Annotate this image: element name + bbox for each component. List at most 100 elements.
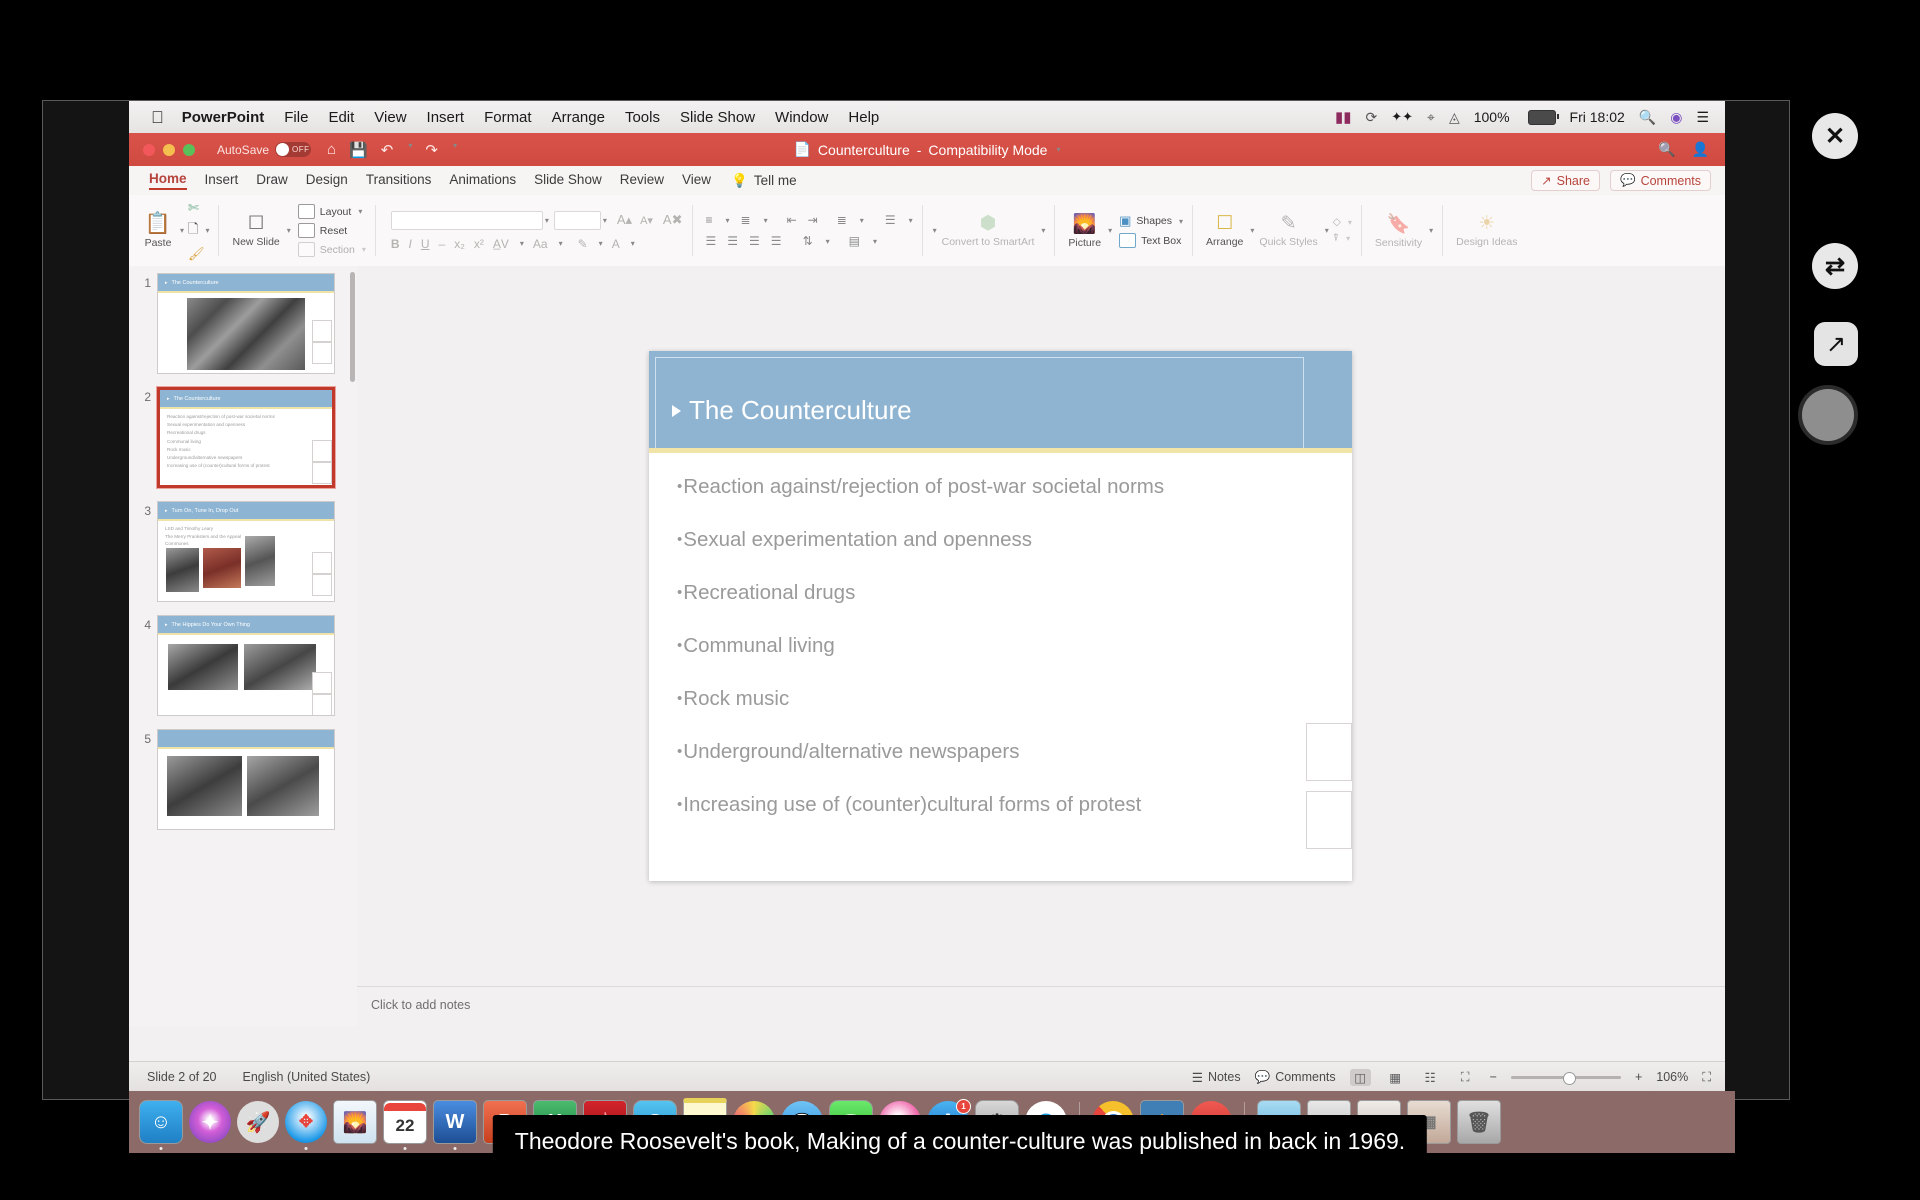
- new-slide-button[interactable]: 🞏 New Slide: [227, 213, 284, 249]
- autosave-toggle[interactable]: OFF: [275, 142, 312, 157]
- customize-chevron-down-icon[interactable]: ▾: [453, 141, 457, 159]
- layout-button[interactable]: Layout ▾: [297, 204, 366, 219]
- arrange-button[interactable]: ☐ Arrange: [1201, 212, 1248, 249]
- thumbnail-card-selected[interactable]: ▸ The Counterculture Reaction against/re…: [157, 387, 335, 488]
- bullets-button[interactable]: ≡: [706, 213, 713, 227]
- line-spacing-button[interactable]: ≣: [837, 213, 847, 227]
- tab-transitions[interactable]: Transitions: [366, 172, 432, 189]
- justify-button[interactable]: ☰: [771, 234, 782, 248]
- thumbnail-item-3[interactable]: 3 ▸ Turn On, Tune In, Drop Out LSD and T…: [129, 488, 357, 602]
- increase-font-size-button[interactable]: A▴: [617, 212, 632, 228]
- cut-button[interactable]: ✄: [188, 200, 209, 216]
- wifi-icon[interactable]: ◬: [1449, 109, 1460, 126]
- text-highlight-button[interactable]: ✎: [578, 237, 588, 251]
- menu-bar-clock[interactable]: Fri 18:02: [1570, 109, 1625, 125]
- shape-effects-chevron-down-icon[interactable]: ▾: [1346, 234, 1350, 243]
- dock-item-siri[interactable]: ✦: [189, 1101, 231, 1143]
- menu-format[interactable]: Format: [484, 109, 532, 126]
- notes-toggle-button[interactable]: ☰ Notes: [1192, 1070, 1241, 1085]
- subscript-button[interactable]: x₂: [454, 237, 465, 251]
- section-chevron-down-icon[interactable]: ▾: [362, 245, 366, 254]
- columns-chevron-down-icon[interactable]: ▾: [909, 216, 913, 225]
- account-avatar-icon[interactable]: 👤: [1692, 141, 1709, 158]
- picture-chevron-down-icon[interactable]: ▾: [1108, 226, 1112, 235]
- slide-empty-placeholder[interactable]: [1306, 723, 1352, 781]
- dock-item-preview[interactable]: 🌄: [333, 1100, 377, 1144]
- text-direction-button[interactable]: ⇅: [803, 234, 813, 248]
- record-button[interactable]: [1798, 385, 1858, 445]
- tab-design[interactable]: Design: [306, 172, 348, 189]
- italic-button[interactable]: I: [409, 237, 412, 251]
- underline-button[interactable]: U: [421, 237, 430, 251]
- superscript-button[interactable]: x²: [474, 237, 484, 251]
- undo-icon[interactable]: ↶: [381, 141, 394, 159]
- menu-insert[interactable]: Insert: [427, 109, 465, 126]
- clear-formatting-button[interactable]: A✖: [663, 212, 683, 228]
- columns-button[interactable]: ☰: [885, 213, 896, 227]
- align-left-button[interactable]: ☰: [706, 234, 717, 248]
- tab-slide-show[interactable]: Slide Show: [534, 172, 602, 189]
- save-icon[interactable]: 💾: [349, 141, 368, 159]
- notes-pane[interactable]: Click to add notes: [357, 986, 1725, 1027]
- dock-item-finder[interactable]: ☺: [139, 1100, 183, 1150]
- tell-me-button[interactable]: 💡 Tell me: [731, 173, 797, 189]
- bitwarden-icon[interactable]: ▮▮: [1335, 108, 1352, 126]
- tab-view[interactable]: View: [682, 172, 711, 189]
- smartart-chevron-down-icon[interactable]: ▾: [1041, 226, 1045, 235]
- menu-help[interactable]: Help: [848, 109, 879, 126]
- font-name-input[interactable]: [390, 210, 543, 230]
- minimize-window-button[interactable]: [163, 143, 175, 156]
- title-chevron-down-icon[interactable]: ▾: [1056, 145, 1060, 154]
- copy-button[interactable]: 🗋 ▾: [188, 220, 209, 242]
- search-icon[interactable]: 🔍: [1639, 109, 1656, 126]
- numbering-chevron-down-icon[interactable]: ▾: [764, 216, 768, 225]
- menu-slide-show[interactable]: Slide Show: [680, 109, 755, 126]
- bullets-chevron-down-icon[interactable]: ▾: [726, 216, 730, 225]
- design-ideas-button[interactable]: ☀ Design Ideas: [1451, 212, 1522, 249]
- zoom-slider-knob[interactable]: [1562, 1071, 1576, 1085]
- home-icon[interactable]: ⌂: [327, 141, 336, 159]
- picture-button[interactable]: 🌄 Picture: [1063, 212, 1106, 250]
- sensitivity-chevron-down-icon[interactable]: ▾: [1429, 226, 1433, 235]
- siri-icon[interactable]: ◉: [1670, 109, 1682, 126]
- shapes-button[interactable]: ▣ Shapes ▾: [1119, 213, 1183, 229]
- tab-draw[interactable]: Draw: [256, 172, 288, 189]
- close-window-button[interactable]: [143, 143, 155, 156]
- text-direction-chevron-down-icon[interactable]: ▾: [826, 237, 830, 246]
- redo-icon[interactable]: ↷: [425, 141, 438, 159]
- dock-item-launchpad[interactable]: 🚀: [237, 1101, 279, 1143]
- shapes-chevron-down-icon[interactable]: ▾: [1179, 217, 1183, 226]
- quick-styles-button[interactable]: ✎ Quick Styles: [1254, 212, 1322, 249]
- comments-toggle-button[interactable]: 💬 Comments: [1255, 1070, 1336, 1085]
- dock-item-trash[interactable]: 🗑: [1457, 1100, 1501, 1144]
- menu-edit[interactable]: Edit: [328, 109, 354, 126]
- dock-item-safari[interactable]: ✥: [285, 1101, 327, 1150]
- share-button[interactable]: ↗ Share: [1531, 170, 1600, 191]
- expand-share-button[interactable]: ↗: [1814, 322, 1858, 366]
- thumbnail-item-1[interactable]: 1 ▸ The Counterculture: [129, 266, 357, 374]
- font-size-input[interactable]: [553, 210, 601, 230]
- zoom-out-button[interactable]: −: [1490, 1070, 1497, 1084]
- bold-button[interactable]: B: [391, 237, 400, 251]
- numbering-button[interactable]: ≣: [741, 213, 751, 227]
- align-text-button[interactable]: ▤: [849, 234, 860, 248]
- thumbnail-item-4[interactable]: 4 ▸ The Hippies Do Your Own Thing: [129, 602, 357, 716]
- align-text-chevron-down-icon[interactable]: ▾: [873, 237, 877, 246]
- thumbnail-card[interactable]: [157, 729, 335, 830]
- thumbnail-scrollbar[interactable]: [350, 272, 355, 1020]
- change-case-button[interactable]: Aa: [533, 237, 548, 251]
- slide-title-placeholder[interactable]: The Counterculture: [649, 351, 1352, 448]
- apple-icon[interactable]: : [151, 109, 164, 126]
- menu-window[interactable]: Window: [775, 109, 828, 126]
- tab-review[interactable]: Review: [620, 172, 664, 189]
- font-size-chevron-down-icon[interactable]: ▾: [603, 216, 607, 225]
- controlcenter-icon[interactable]: ☰: [1696, 109, 1709, 126]
- battery-icon[interactable]: [1527, 109, 1559, 125]
- thumbnail-card[interactable]: ▸ Turn On, Tune In, Drop Out LSD and Tim…: [157, 501, 335, 602]
- thumbnail-card[interactable]: ▸ The Hippies Do Your Own Thing: [157, 615, 335, 716]
- thumbnail-item-2[interactable]: 2 ▸ The Counterculture Reaction against/…: [129, 374, 357, 488]
- titlebar-search-icon[interactable]: 🔍: [1658, 141, 1675, 158]
- paste-button[interactable]: 📋 Paste: [138, 212, 178, 250]
- decrease-font-size-button[interactable]: A▾: [640, 214, 653, 227]
- language-indicator[interactable]: English (United States): [243, 1070, 371, 1084]
